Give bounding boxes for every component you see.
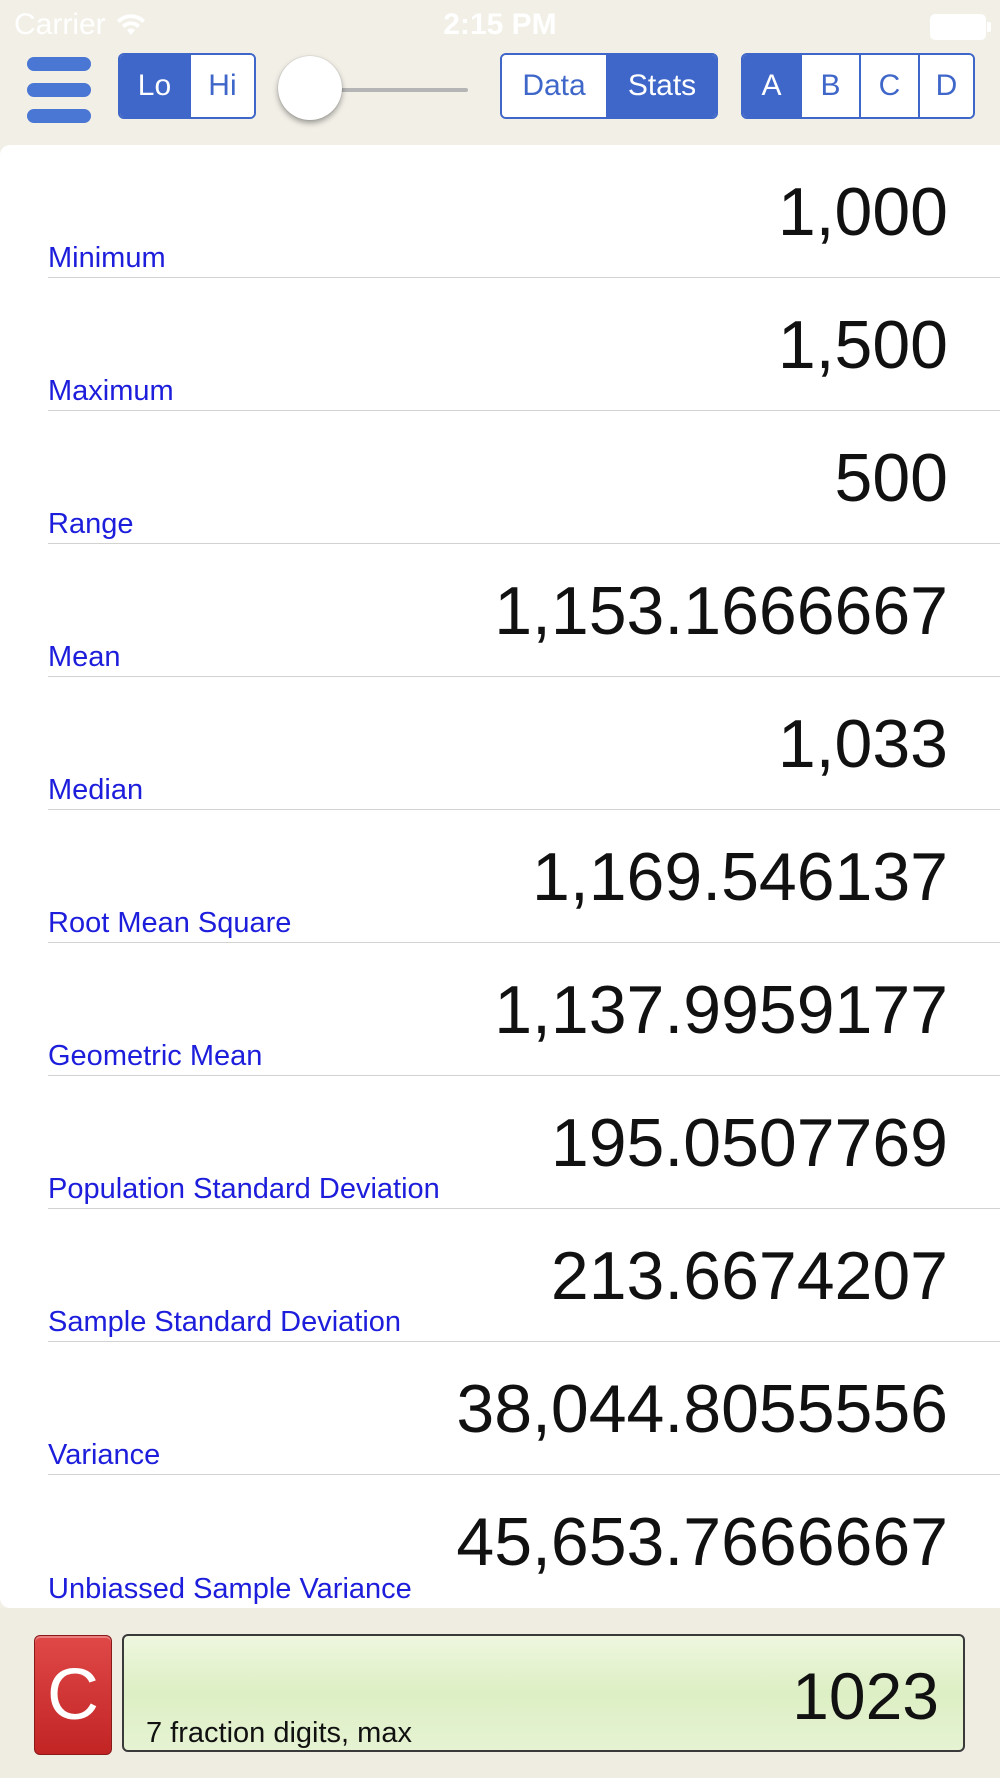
hamburger-menu-icon[interactable] xyxy=(27,55,91,125)
slider-thumb[interactable] xyxy=(278,56,342,120)
toolbar: Lo Hi Data Stats A B C D xyxy=(0,50,1000,145)
stat-value: 1,153.1666667 xyxy=(494,573,948,649)
stat-value: 1,169.546137 xyxy=(532,839,948,915)
stat-label: Median xyxy=(48,774,144,806)
dataset-toggle: A B C D xyxy=(741,53,975,119)
range-option-lo[interactable]: Lo xyxy=(120,55,189,117)
dataset-option-d[interactable]: D xyxy=(918,55,973,117)
stat-label: Maximum xyxy=(48,375,174,407)
view-option-stats[interactable]: Stats xyxy=(606,55,716,117)
stat-label: Range xyxy=(48,508,134,540)
dataset-option-a[interactable]: A xyxy=(743,55,800,117)
stat-value: 213.6674207 xyxy=(550,1238,948,1314)
stat-label: Minimum xyxy=(48,242,166,274)
stat-row-minimum: 1,000 Minimum xyxy=(48,145,1000,278)
display-value: 1023 xyxy=(792,1659,939,1733)
view-toggle: Data Stats xyxy=(500,53,718,119)
stat-row-sample-std-dev: 213.6674207 Sample Standard Deviation xyxy=(48,1209,1000,1342)
range-toggle: Lo Hi xyxy=(118,53,256,119)
stat-value: 45,653.7666667 xyxy=(456,1504,948,1580)
stat-row-range: 500 Range xyxy=(48,411,1000,544)
range-option-hi[interactable]: Hi xyxy=(188,55,254,117)
display-caption: 7 fraction digits, max xyxy=(146,1717,412,1749)
stat-value: 195.0507769 xyxy=(550,1105,948,1181)
status-bar: Carrier 2:15 PM xyxy=(0,0,1000,50)
stat-label: Root Mean Square xyxy=(48,907,292,939)
dataset-option-c[interactable]: C xyxy=(859,55,918,117)
bottom-bar: C 1023 7 fraction digits, max xyxy=(0,1608,1000,1778)
stat-value: 1,000 xyxy=(777,174,948,250)
status-time: 2:15 PM xyxy=(443,8,557,41)
stat-value: 38,044.8055556 xyxy=(456,1371,948,1447)
stat-value: 500 xyxy=(834,440,948,516)
stat-row-variance: 38,044.8055556 Variance xyxy=(48,1342,1000,1475)
value-display[interactable]: 1023 7 fraction digits, max xyxy=(122,1634,965,1752)
stat-label: Mean xyxy=(48,641,121,673)
view-option-data[interactable]: Data xyxy=(502,55,606,117)
stat-row-median: 1,033 Median xyxy=(48,677,1000,810)
dataset-option-b[interactable]: B xyxy=(800,55,859,117)
stat-label: Population Standard Deviation xyxy=(48,1173,440,1205)
stat-row-unbiassed-sample-variance: 45,653.7666667 Unbiassed Sample Variance xyxy=(48,1475,1000,1608)
value-slider[interactable] xyxy=(278,50,478,130)
stat-label: Variance xyxy=(48,1439,161,1471)
stat-label: Geometric Mean xyxy=(48,1040,263,1072)
stat-row-maximum: 1,500 Maximum xyxy=(48,278,1000,411)
stat-value: 1,033 xyxy=(777,706,948,782)
stat-row-geometric-mean: 1,137.9959177 Geometric Mean xyxy=(48,943,1000,1076)
stat-label: Sample Standard Deviation xyxy=(48,1306,402,1338)
stat-row-population-std-dev: 195.0507769 Population Standard Deviatio… xyxy=(48,1076,1000,1209)
stat-value: 1,500 xyxy=(777,307,948,383)
stat-value: 1,137.9959177 xyxy=(494,972,948,1048)
stats-list[interactable]: 1,000 Minimum 1,500 Maximum 500 Range 1,… xyxy=(0,145,1000,1608)
clear-button[interactable]: C xyxy=(34,1635,112,1755)
stat-row-root-mean-square: 1,169.546137 Root Mean Square xyxy=(48,810,1000,943)
stat-row-mean: 1,153.1666667 Mean xyxy=(48,544,1000,677)
battery-icon xyxy=(930,14,991,40)
stat-label: Unbiassed Sample Variance xyxy=(48,1573,412,1605)
